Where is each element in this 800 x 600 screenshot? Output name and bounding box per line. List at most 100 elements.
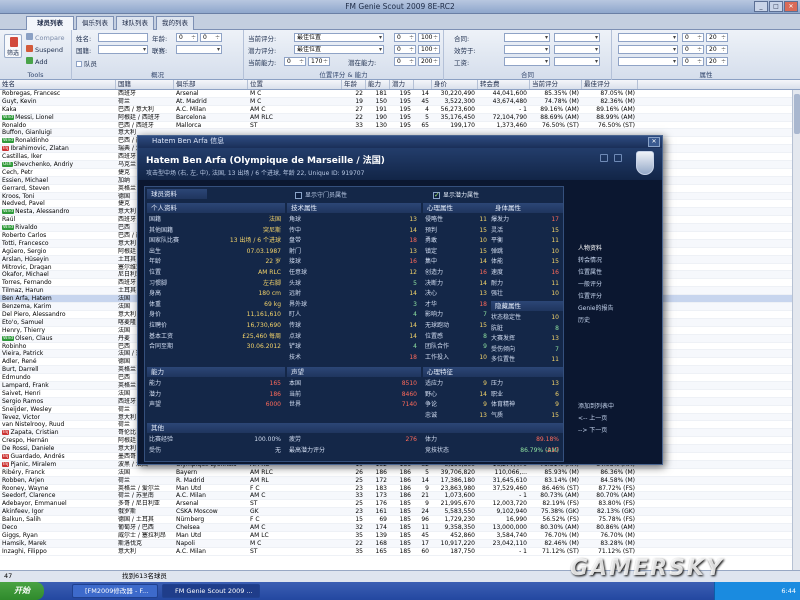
table-scrollbar[interactable] [792,90,800,570]
dialog-close-button[interactable]: ✕ [648,137,660,147]
taskbar-item-modifier[interactable]: [FM2009修改器 - F... [72,584,158,598]
add-button[interactable]: Add [26,57,48,66]
col-n[interactable] [414,80,432,89]
maximize-button[interactable]: □ [769,1,783,12]
attr-select-2[interactable] [618,45,678,54]
potential-rating-select[interactable]: 最佳位置 [294,45,384,54]
copy-icon[interactable] [614,154,622,162]
side-menu-item[interactable]: 一般评分 [574,280,656,290]
contract-select-2[interactable] [554,33,600,42]
potential-ability-min[interactable]: 0 [394,57,416,66]
side-menu-item[interactable]: 位置属性 [574,268,656,278]
compare-button[interactable]: Compare [26,33,65,42]
col-position[interactable]: 位置 [248,80,342,89]
attr-max-1[interactable]: 20 [706,33,728,42]
tab-clubs[interactable]: 俱乐列表 [76,16,114,30]
age-min-spin[interactable]: 0 [176,33,198,42]
col-pa[interactable]: 潜力 [390,80,414,89]
table-row[interactable]: Akinfeev, Igor 俄罗斯 CSKA Moscow GK 23 161 185 24… [0,508,792,517]
table-row[interactable]: Balkun, Salih 德国 / 土耳其 Nürnberg F C 15 69 185 9… [0,516,792,524]
col-nation[interactable]: 国籍 [116,80,174,89]
col-value[interactable]: 身价 [432,80,478,89]
current-rating-select[interactable]: 最佳位置 [294,33,384,42]
cell-pos: AM RL [248,477,342,484]
side-menu-item[interactable]: 位置评分 [574,292,656,302]
col-age[interactable]: 年龄 [342,80,366,89]
side-action-button[interactable]: 添加到列表中 [574,402,656,412]
potential-ability-max[interactable]: 200 [418,57,440,66]
side-action-button[interactable]: <-- 上一页 [574,414,656,424]
attr-max-2[interactable]: 20 [706,45,728,54]
potential-rating-min[interactable]: 0 [394,45,416,54]
current-rating-min[interactable]: 0 [394,33,416,42]
attr-row: 弹跳 10 [491,247,559,256]
table-row[interactable]: Hamsik, Marek 斯洛伐克 Napoli M C 22 168 185 17 10,9… [0,539,792,548]
wage-select-1[interactable] [504,57,550,66]
attr-max-3[interactable]: 20 [706,57,728,66]
close-button[interactable]: ✕ [784,1,798,12]
age-max-spin[interactable]: 0 [200,33,222,42]
cell-cur: 85.35% (M) [530,90,582,97]
attr-min-1[interactable]: 0 [682,33,704,42]
table-row[interactable]: Inzaghi, Filippo 意大利 A.C. Milan ST 35 165 185 6… [0,548,792,556]
attr-select-3[interactable] [618,57,678,66]
attr-select-1[interactable] [618,33,678,42]
gk-attr-checkbox[interactable]: 显示守门员属性 [295,190,347,199]
side-menu-item[interactable]: 历史 [574,316,656,326]
current-ability-max[interactable]: 170 [308,57,330,66]
col-club[interactable]: 俱乐部 [174,80,248,89]
squad-checkbox[interactable]: 队员 [76,58,97,68]
potential-rating-max[interactable]: 100 [418,45,440,54]
table-row[interactable]: Kaka 巴西 / 意大利 A.C. Milan AM C 27 191 195 4 56,27… [0,106,792,114]
current-rating-max[interactable]: 100 [418,33,440,42]
attr-label: 出生 [149,247,162,255]
cell-text: 82.46% (M) [544,539,579,547]
serves-select-2[interactable] [554,45,600,54]
col-fee[interactable]: 转会费 [478,80,530,89]
table-row[interactable]: Adebayor, Emmanuel 多哥 / 尼日利亚 Arsenal ST 25 17… [0,500,792,509]
filter-big-button[interactable]: 筛选 [4,34,22,58]
table-row[interactable]: Robben, Arjen 荷兰 R. Madrid AM RL 25 172 186 14 1… [0,476,792,485]
table-row[interactable]: Deco 葡萄牙 / 巴西 Chelsea AM C 32 174 185 11 9,358,3… [0,523,792,532]
print-icon[interactable] [600,154,608,162]
tab-my-list[interactable]: 我的列表 [156,16,194,30]
attr-value: 15 [551,226,559,234]
attr-min-3[interactable]: 0 [682,57,704,66]
col-name[interactable]: 姓名 [0,80,116,89]
table-row[interactable]: Giggs, Ryan 威尔士 / 塞拉利昂 Man Utd AM LC 35 139 18… [0,532,792,540]
table-row[interactable]: Wnd Messi, Lionel 阿根廷 / 西班牙 Barcelona AM RLC… [0,113,792,122]
table-row[interactable]: Seedorf, Clarence 荷兰 / 苏里南 A.C. Milan AM C 3… [0,492,792,501]
scrollbar-thumb[interactable] [794,94,800,134]
suspend-button[interactable]: Suspend [26,45,63,54]
side-action-button[interactable]: --> 下一页 [574,426,656,436]
start-button[interactable]: 开始 [0,582,44,600]
side-menu-item[interactable]: 人物资料 [574,244,656,254]
tab-players[interactable]: 球员列表 [26,16,74,31]
contract-select-1[interactable] [504,33,550,42]
taskbar-item-genie-scout[interactable]: FM Genie Scout 2009 ... [162,584,260,598]
current-ability-min[interactable]: 0 [284,57,306,66]
wage-select-2[interactable] [554,57,600,66]
table-row[interactable]: Robregas, Francesc 西班牙 Arsenal M C 22 181 195 1… [0,90,792,98]
cell-text: Crespo, Hernán [2,437,49,445]
table-row[interactable]: Ribéry, Franck 法国 Bayern AM RLC 26 186 186 5 39,… [0,469,792,477]
side-menu-item[interactable]: Genie的报告 [574,304,656,314]
nation-select[interactable] [98,45,148,54]
table-row[interactable]: Guyt, Kevin 荷兰 At. Madrid M C 19 150 195 45 3,52… [0,97,792,106]
profile-tab[interactable]: 球员资料 [147,189,207,199]
table-row[interactable]: Ronaldo 巴西 / 西班牙 Mallorca ST 33 130 195 65 199,1… [0,122,792,130]
name-input[interactable] [98,33,148,42]
col-current-rating[interactable]: 当前评分 [530,80,582,89]
serves-select-1[interactable] [504,45,550,54]
side-menu-item[interactable]: 转会情况 [574,256,656,266]
attr-min-2[interactable]: 0 [682,45,704,54]
table-row[interactable]: Rooney, Wayne 英格兰 / 爱尔兰 Man Utd F C 23 183 186… [0,485,792,493]
minimize-button[interactable]: _ [754,1,768,12]
tab-teams[interactable]: 球队列表 [116,16,154,30]
cell-text: 22 [355,539,363,547]
col-best-rating[interactable]: 最佳评分 [582,80,638,89]
col-ca[interactable]: 能力 [366,80,390,89]
league-select[interactable] [176,45,222,54]
potential-attr-checkbox[interactable]: 显示潜力属性 [433,190,479,199]
attr-row: 盯人 4 [289,310,417,319]
